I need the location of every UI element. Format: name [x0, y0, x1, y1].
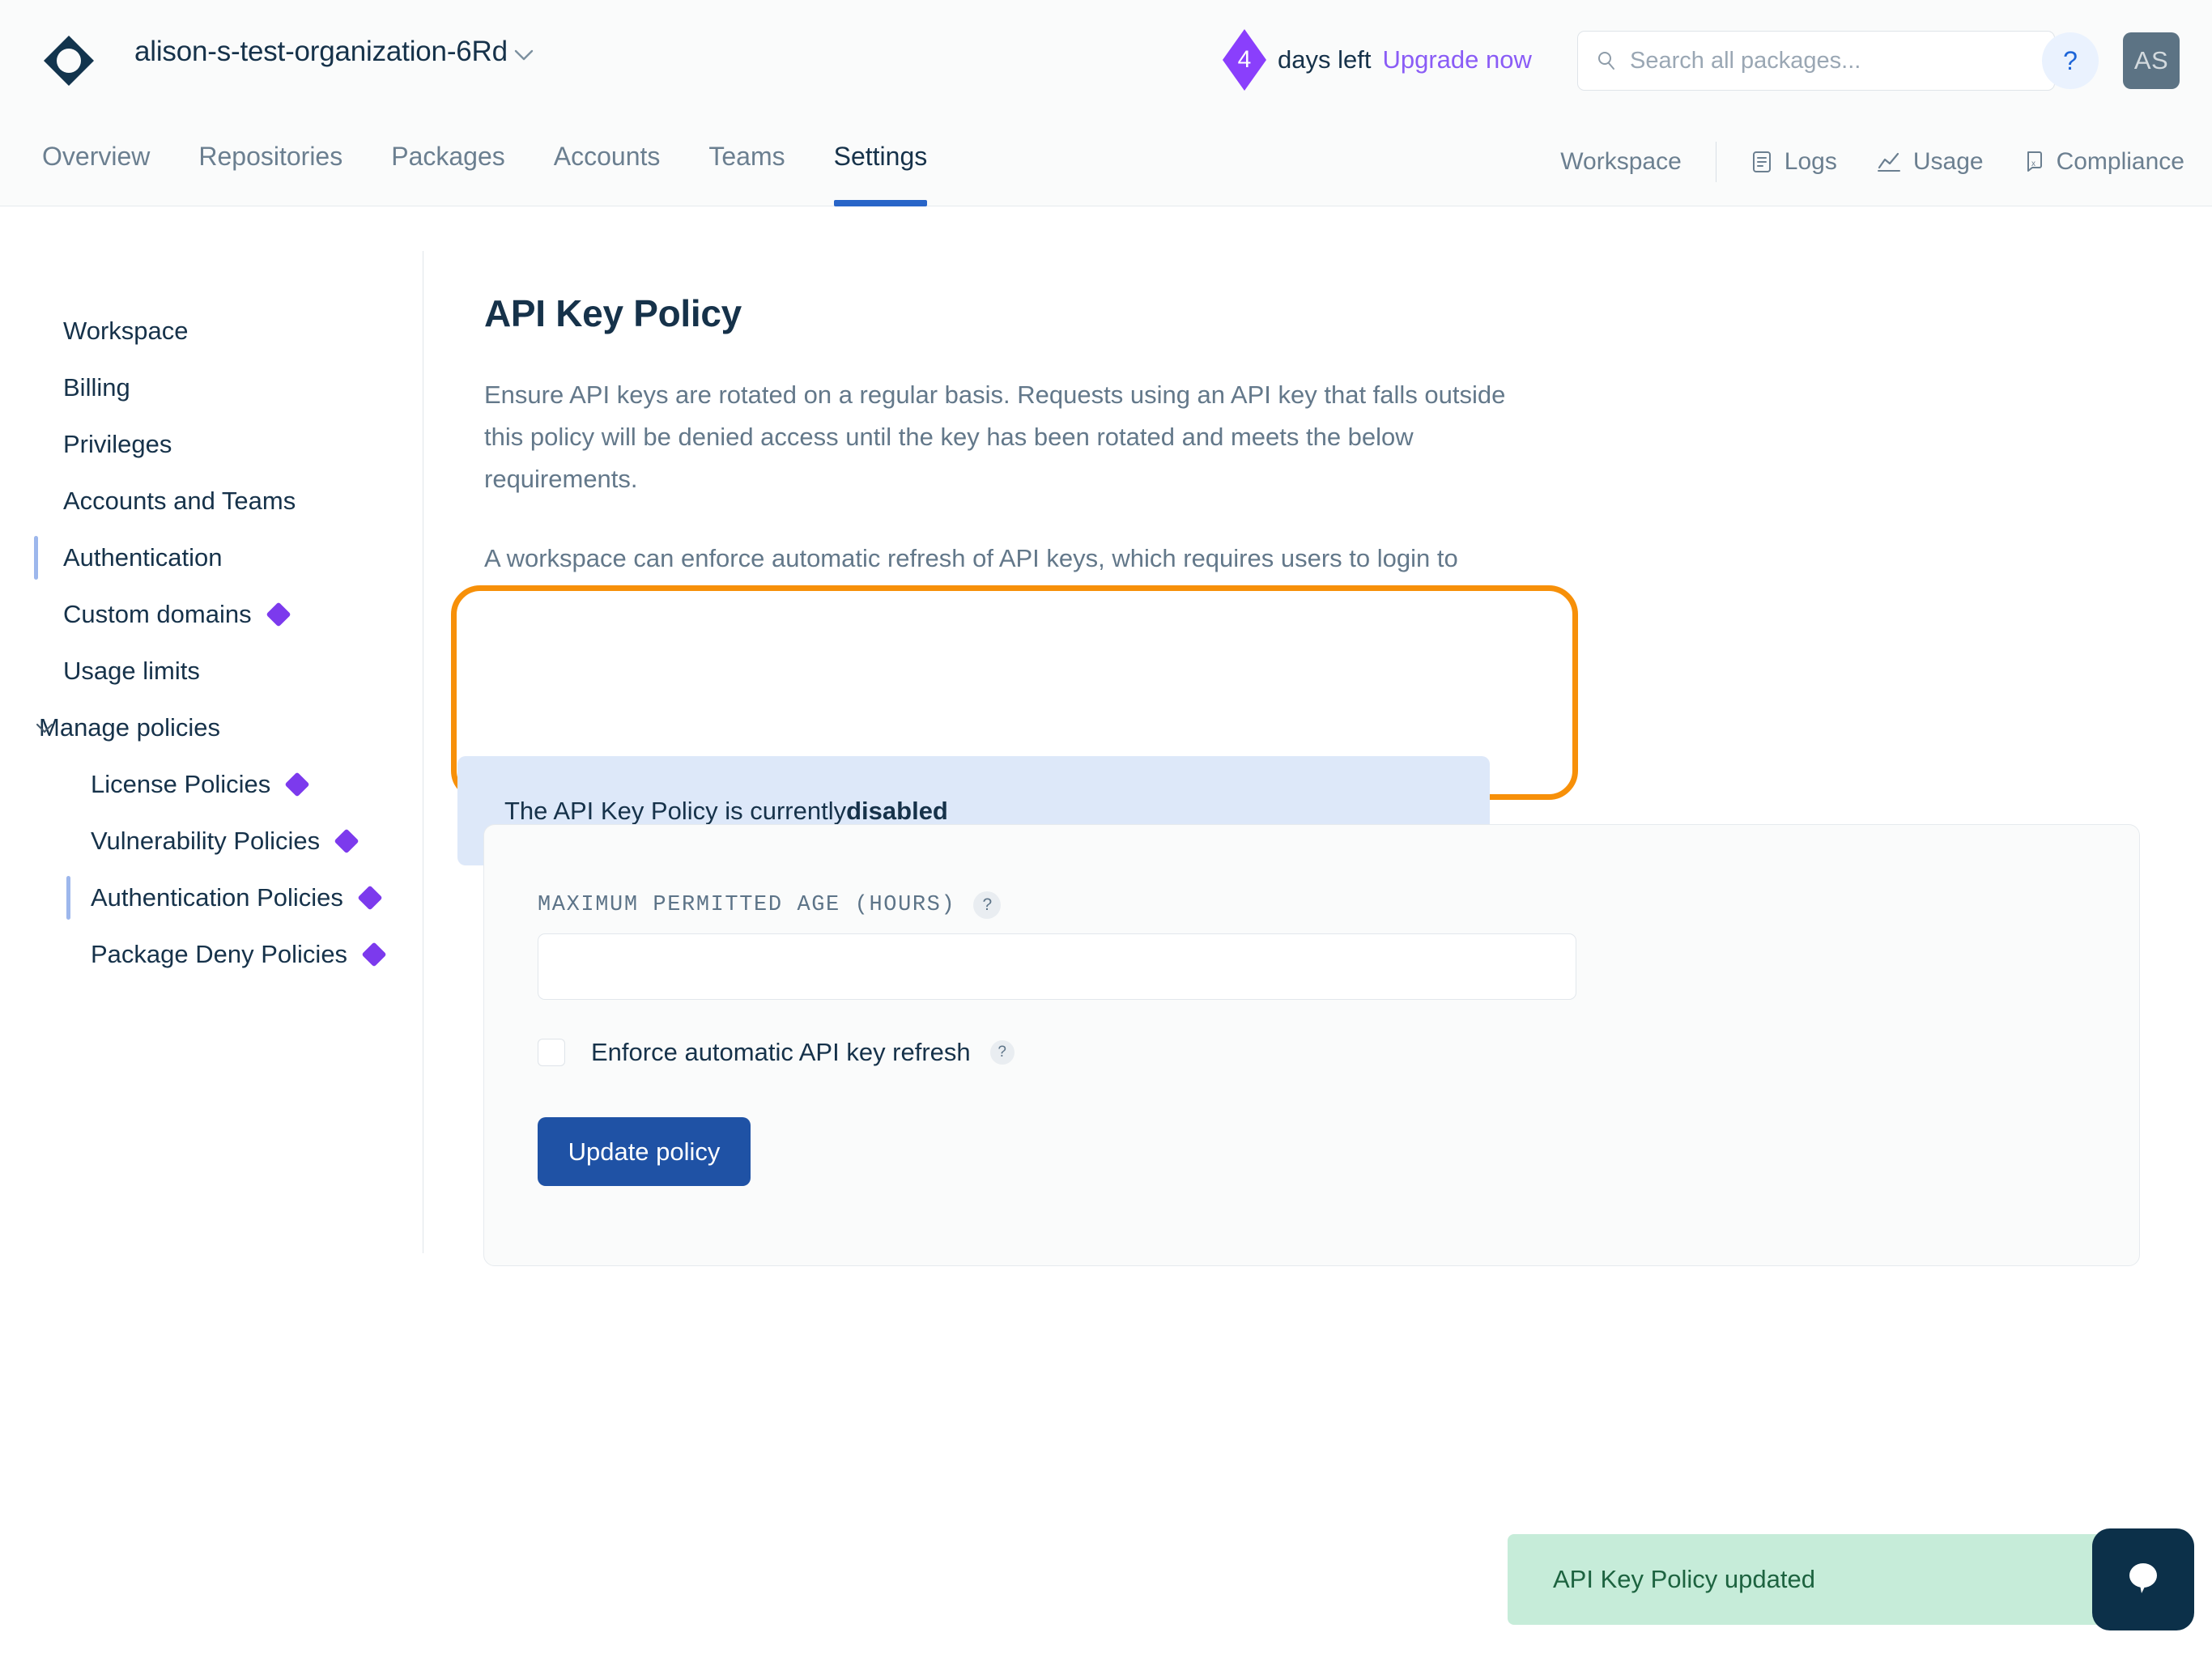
help-icon[interactable]: ? — [2042, 32, 2099, 89]
sidebar-group-manage-policies[interactable]: Manage policies — [0, 699, 423, 756]
search-icon — [1596, 50, 1617, 71]
premium-gem-icon — [285, 772, 310, 797]
tab-accounts[interactable]: Accounts — [554, 117, 661, 206]
nav-workspace-link[interactable]: Workspace — [1560, 148, 1682, 176]
toast-notification: API Key Policy updated — [1508, 1534, 2120, 1625]
sidebar-item-label: Billing — [63, 373, 130, 402]
enforce-refresh-row: Enforce automatic API key refresh ? — [538, 1038, 1015, 1067]
sidebar-item-label: Authentication — [63, 543, 222, 572]
sidebar-item-authentication-policies[interactable]: Authentication Policies — [0, 869, 423, 926]
enforce-refresh-checkbox[interactable] — [538, 1039, 565, 1066]
premium-gem-icon — [266, 602, 291, 627]
sidebar-item-label: Vulnerability Policies — [91, 827, 320, 856]
nav-compliance-label: Compliance — [2057, 148, 2184, 176]
page-title: API Key Policy — [484, 291, 2212, 335]
tab-settings[interactable]: Settings — [834, 117, 928, 206]
sidebar-item-label: Manage policies — [39, 713, 220, 742]
nav-tabs: Overview Repositories Packages Accounts … — [42, 117, 976, 206]
toast-message: API Key Policy updated — [1553, 1565, 1815, 1594]
sidebar-item-vulnerability-policies[interactable]: Vulnerability Policies — [0, 813, 423, 869]
premium-gem-icon — [357, 885, 382, 910]
sidebar-item-workspace[interactable]: Workspace — [0, 303, 423, 359]
sidebar-item-license-policies[interactable]: License Policies — [0, 756, 423, 813]
nav-utility-links: Workspace Logs Usage x Compliance — [1560, 117, 2184, 206]
sidebar-item-custom-domains[interactable]: Custom domains — [0, 586, 423, 643]
description-paragraph-1: Ensure API keys are rotated on a regular… — [484, 374, 1521, 500]
max-age-help-icon[interactable]: ? — [973, 891, 1001, 919]
nav-logs-link[interactable]: Logs — [1750, 148, 1837, 176]
highlight-annotation-ring: The API Key Policy is currently disabled — [451, 585, 1578, 800]
policy-status-prefix: The API Key Policy is currently — [504, 797, 846, 826]
premium-gem-icon — [334, 828, 359, 853]
sidebar-item-accounts-and-teams[interactable]: Accounts and Teams — [0, 473, 423, 529]
trial-status: 4 days left Upgrade now — [1223, 29, 1532, 91]
search-input-placeholder: Search all packages... — [1630, 48, 1861, 74]
sidebar-item-privileges[interactable]: Privileges — [0, 416, 423, 473]
enforce-refresh-help-icon[interactable]: ? — [990, 1040, 1015, 1065]
upgrade-now-link[interactable]: Upgrade now — [1382, 45, 1531, 74]
avatar[interactable]: AS — [2123, 32, 2180, 89]
update-policy-button[interactable]: Update policy — [538, 1117, 751, 1186]
settings-sidebar: Workspace Billing Privileges Accounts an… — [0, 207, 423, 983]
nav-usage-link[interactable]: Usage — [1876, 148, 1984, 176]
chat-bubble-icon — [2118, 1554, 2168, 1605]
search-box[interactable]: Search all packages... — [1577, 31, 2055, 91]
sidebar-item-label: Custom domains — [63, 600, 252, 629]
sidebar-item-label: Workspace — [63, 317, 189, 346]
tab-teams[interactable]: Teams — [708, 117, 785, 206]
top-header-bar: alison-s-test-organization-6Rd 4 days le… — [0, 0, 2212, 117]
policy-form-card: MAXIMUM PERMITTED AGE (HOURS) ? Enforce … — [483, 824, 2140, 1266]
sidebar-item-label: Package Deny Policies — [91, 940, 347, 969]
premium-gem-icon — [362, 942, 387, 967]
chevron-down-icon[interactable] — [513, 47, 534, 63]
tab-packages[interactable]: Packages — [391, 117, 505, 206]
chevron-down-icon — [36, 722, 53, 733]
sidebar-item-label: License Policies — [91, 770, 270, 799]
tab-overview[interactable]: Overview — [42, 117, 150, 206]
sidebar-item-authentication[interactable]: Authentication — [0, 529, 423, 586]
max-age-input[interactable] — [538, 933, 1576, 1000]
chat-widget-button[interactable] — [2092, 1528, 2194, 1630]
enforce-refresh-label: Enforce automatic API key refresh — [591, 1038, 971, 1067]
app-logo[interactable] — [42, 34, 96, 87]
nav-usage-label: Usage — [1913, 148, 1984, 176]
line-chart-icon — [1876, 150, 1902, 174]
organization-name[interactable]: alison-s-test-organization-6Rd — [134, 36, 508, 68]
trial-days-label: days left — [1278, 45, 1371, 74]
main-content: API Key Policy Ensure API keys are rotat… — [484, 207, 2212, 622]
nav-logs-label: Logs — [1784, 148, 1837, 176]
policy-status-state: disabled — [846, 797, 948, 826]
sidebar-item-label: Authentication Policies — [91, 883, 343, 912]
sidebar-item-package-deny-policies[interactable]: Package Deny Policies — [0, 926, 423, 983]
nav-compliance-link[interactable]: x Compliance — [2023, 148, 2184, 176]
sidebar-item-label: Usage limits — [63, 657, 200, 686]
max-age-label-row: MAXIMUM PERMITTED AGE (HOURS) ? — [538, 891, 1001, 919]
sidebar-item-usage-limits[interactable]: Usage limits — [0, 643, 423, 699]
document-lines-icon — [1750, 150, 1773, 174]
trial-days-badge: 4 — [1223, 29, 1266, 91]
sidebar-item-label: Accounts and Teams — [63, 487, 296, 516]
sidebar-item-billing[interactable]: Billing — [0, 359, 423, 416]
trial-days-count: 4 — [1238, 48, 1252, 72]
diamond-logo-icon — [42, 34, 96, 87]
tab-repositories[interactable]: Repositories — [198, 117, 342, 206]
max-age-label: MAXIMUM PERMITTED AGE (HOURS) — [538, 893, 955, 917]
compliance-shield-icon: x — [2023, 150, 2045, 174]
primary-navigation: Overview Repositories Packages Accounts … — [0, 117, 2212, 206]
svg-text:x: x — [2031, 159, 2035, 168]
sidebar-item-label: Privileges — [63, 430, 172, 459]
